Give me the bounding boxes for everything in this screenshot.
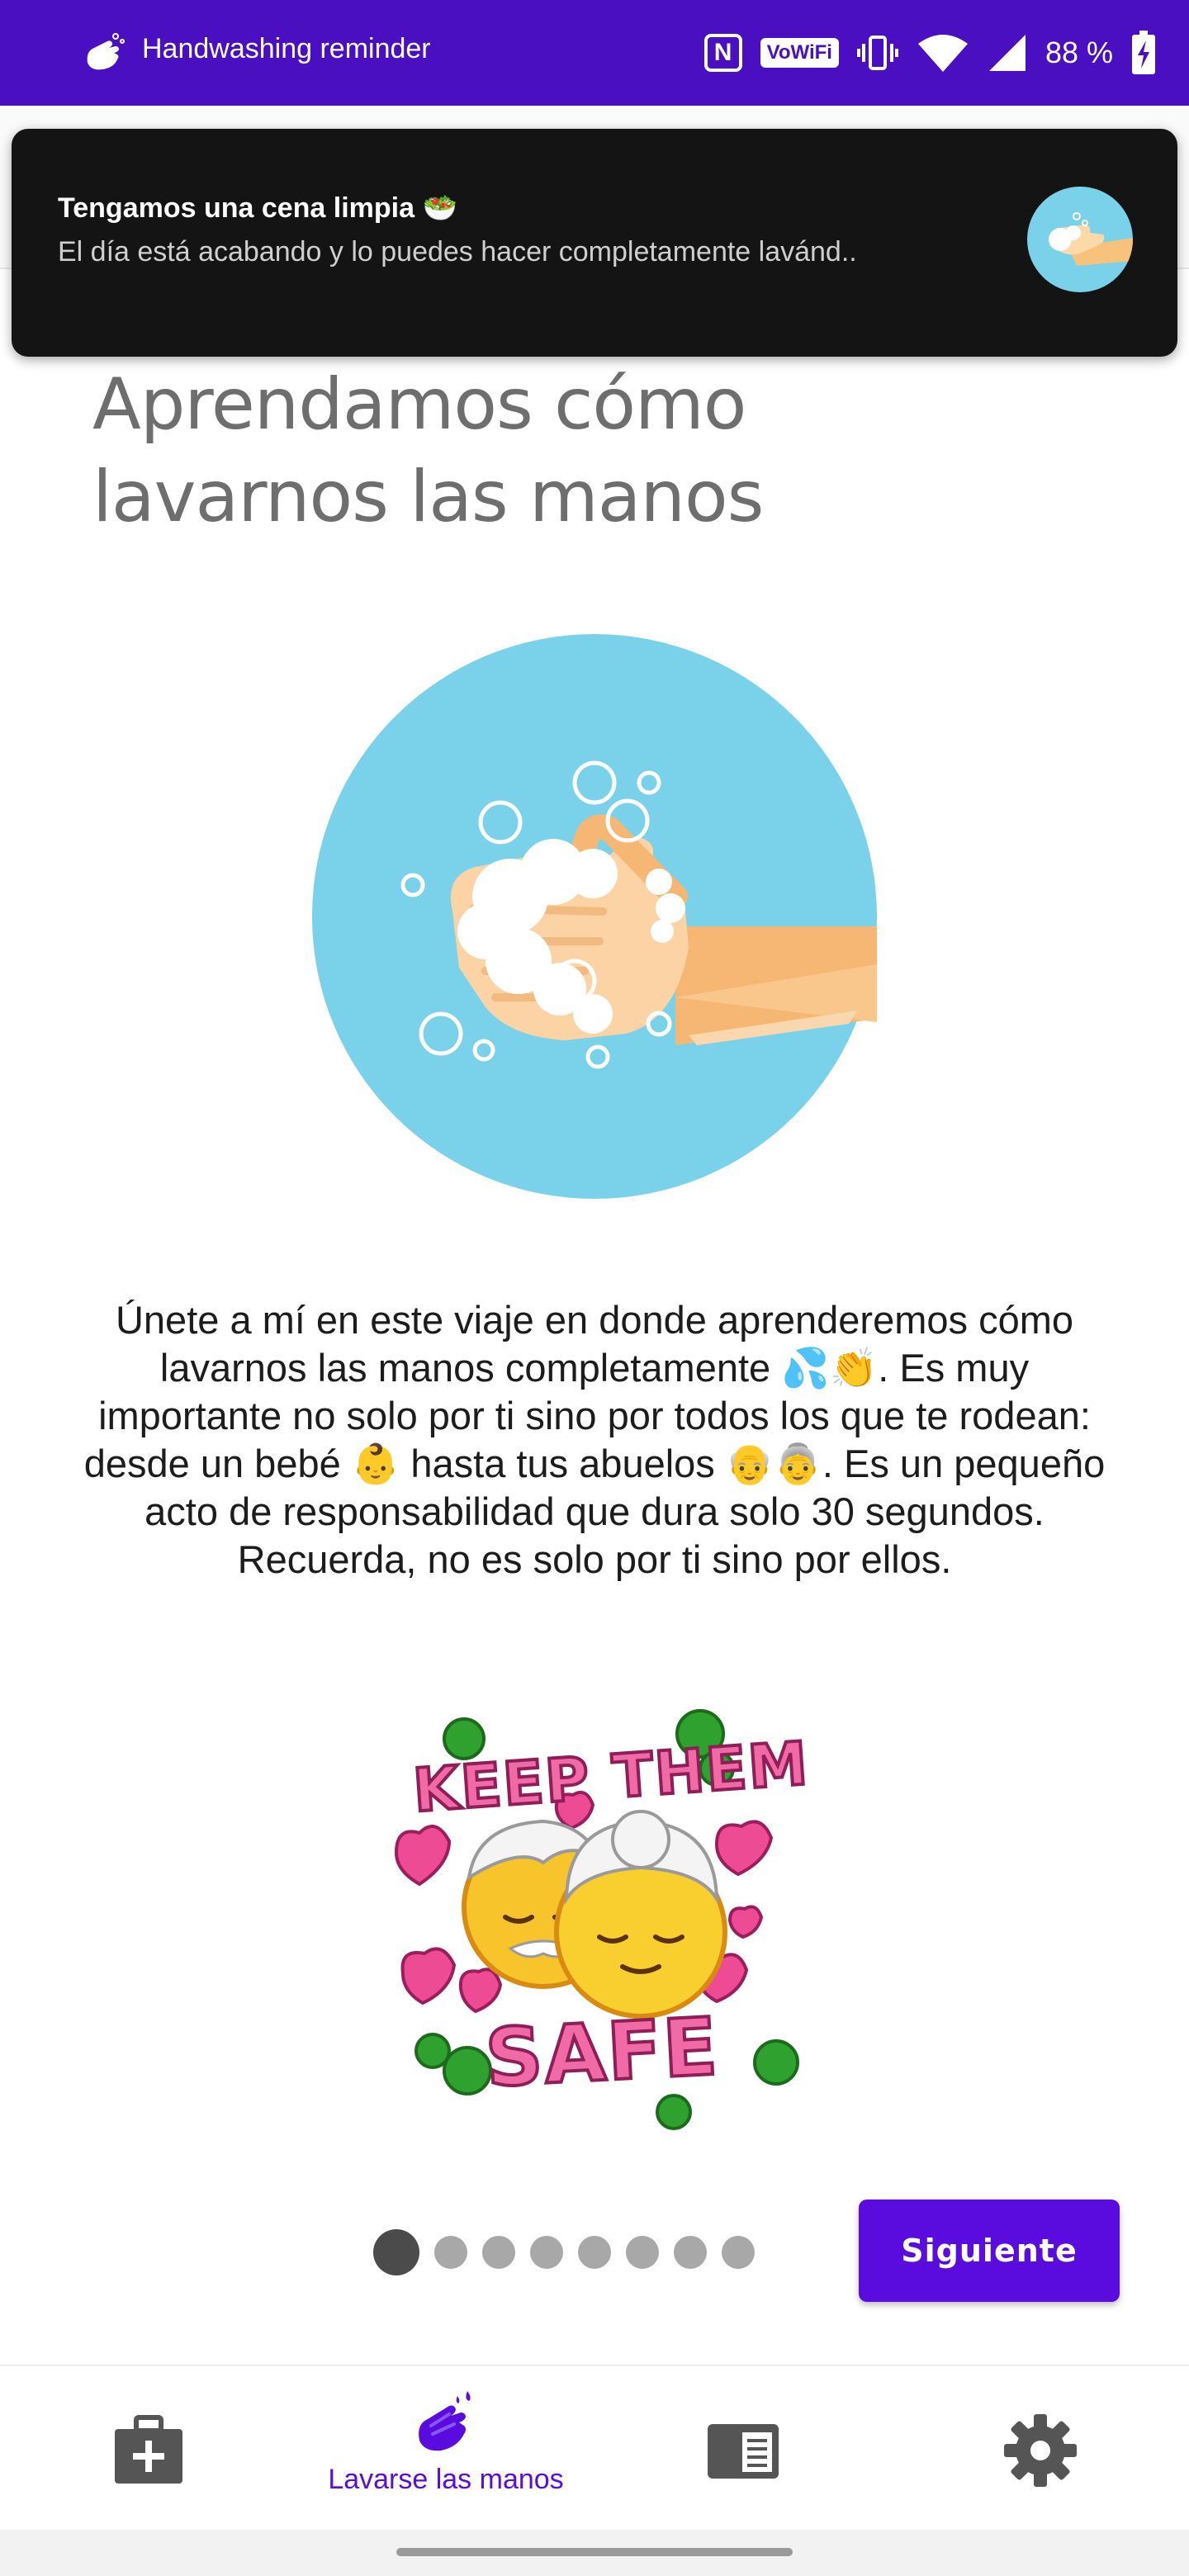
home-gesture-bar[interactable] (396, 2548, 793, 2556)
pager-dot (530, 2236, 563, 2269)
nav-item-settings[interactable] (991, 2366, 1090, 2531)
nfc-icon: N (703, 34, 742, 72)
washing-hands-icon (87, 33, 125, 70)
status-app-name: Handwashing reminder (142, 33, 431, 64)
notification-title: Tengamos una cena limpia 🥗 (58, 192, 457, 224)
intro-description: Únete a mí en este viaje en donde aprend… (83, 1298, 1106, 1581)
page-title-line-1: Aprendamos cómo (92, 363, 746, 446)
news-icon (708, 2424, 779, 2479)
wifi-icon (917, 35, 968, 72)
pager-dot (434, 2236, 467, 2269)
pager-dot (626, 2236, 659, 2269)
pager-dot-active (373, 2229, 419, 2275)
pager-dot (674, 2236, 707, 2269)
pager-dot (578, 2236, 611, 2269)
pager-dot (482, 2236, 515, 2269)
bottom-navigation: Lavarse las manos (0, 2365, 1189, 2531)
gear-icon (1004, 2414, 1077, 2487)
washing-hands-icon (1049, 212, 1133, 266)
notification-body: El día está acabando y lo puedes hacer c… (58, 236, 857, 268)
battery-percentage: 88 % (1045, 36, 1113, 69)
vowifi-icon: VoWiFi (760, 38, 839, 68)
sticker-caption-bottom: SAFE (481, 1999, 722, 2107)
onboarding-pager (373, 2229, 755, 2275)
battery-charging-icon (1132, 31, 1155, 74)
page-title: Aprendamos cómo lavarnos las manos (92, 358, 1001, 543)
washing-hands-icon (419, 2391, 471, 2451)
cell-signal-icon (988, 35, 1026, 71)
notification-thumbnail (1027, 187, 1133, 292)
nav-item-news[interactable] (694, 2366, 793, 2531)
notification-toast[interactable]: Tengamos una cena limpia 🥗 El día está a… (12, 129, 1177, 357)
first-aid-kit-icon (115, 2415, 182, 2484)
nav-item-first-aid[interactable] (99, 2366, 198, 2531)
nav-item-wash-hands[interactable]: Lavarse las manos (297, 2366, 594, 2531)
keep-them-safe-sticker: KEEP THEM SAFE (378, 1701, 824, 2138)
handwashing-illustration (312, 634, 877, 1199)
page-title-line-2: lavarnos las manos (92, 456, 764, 538)
next-button[interactable]: Siguiente (859, 2200, 1120, 2302)
status-bar: Handwashing reminder N VoWiFi 88 % (0, 0, 1189, 106)
pager-dot (722, 2236, 755, 2269)
vibrate-icon (856, 36, 898, 70)
nav-item-wash-hands-label: Lavarse las manos (328, 2464, 564, 2495)
system-icons: N VoWiFi 88 % (703, 25, 1156, 81)
